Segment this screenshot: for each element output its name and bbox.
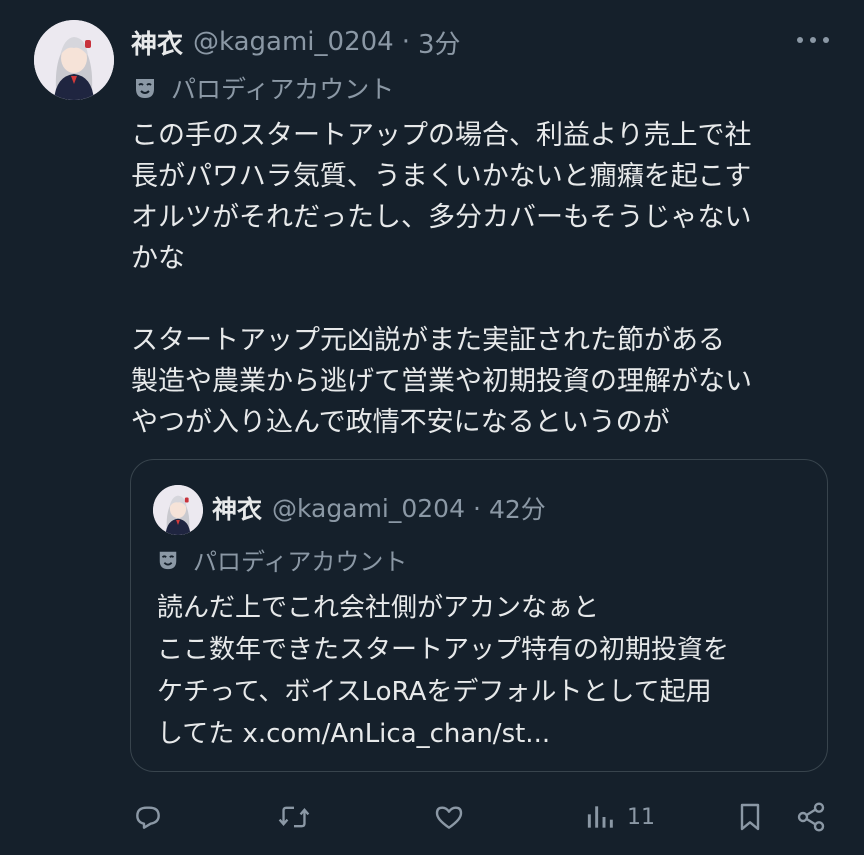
quoted-parody-label-text: パロディアカウント (193, 548, 408, 576)
more-options-icon[interactable] (794, 28, 834, 52)
tweet-time[interactable]: 3分 (418, 24, 461, 61)
anime-girl-avatar-icon (34, 20, 114, 100)
quoted-author-avatar[interactable] (153, 485, 203, 535)
theater-mask-icon (157, 549, 179, 571)
parody-label-text: パロディアカウント (171, 75, 395, 104)
tweet-text-line: オルツがそれだったし、多分カバーもそうじゃない (131, 202, 752, 233)
bookmark-button[interactable] (735, 795, 765, 839)
tweet-text-line: かな (131, 243, 185, 274)
bookmark-icon (740, 803, 760, 831)
reply-button[interactable] (132, 795, 164, 839)
views-bar-icon (587, 806, 613, 828)
share-button[interactable] (795, 795, 827, 839)
separator-dot: · (472, 493, 481, 523)
quoted-tweet-text: 読んだ上でこれ会社側がアカンなぁと ここ数年できたスタートアップ特有の初期投資を… (157, 587, 817, 755)
tweet-header: 神衣 @kagami_0204 · 3分 (131, 22, 461, 62)
tweet-text-line: この手のスタートアップの場合、利益より売上で社 (131, 120, 752, 151)
share-icon (797, 802, 825, 832)
views-button[interactable]: 11 (585, 795, 655, 839)
quoted-text-line: ケチって、ボイスLoRAをデフォルトとして起用 (157, 677, 712, 707)
theater-mask-icon (133, 76, 157, 100)
tweet-text-line (131, 279, 831, 320)
quoted-tweet-time[interactable]: 42分 (489, 490, 546, 526)
anime-girl-avatar-icon (153, 485, 203, 535)
views-count: 11 (627, 804, 655, 830)
quoted-author-name[interactable]: 神衣 (212, 490, 262, 526)
quoted-author-handle[interactable]: @kagami_0204 (272, 494, 465, 523)
retweet-icon (278, 806, 310, 828)
tweet-action-bar: 11 (0, 795, 864, 839)
heart-icon (435, 806, 463, 829)
separator-dot: · (401, 27, 410, 57)
parody-account-label: パロディアカウント (133, 70, 394, 106)
retweet-button[interactable] (277, 795, 311, 839)
tweet-text-line: 長がパワハラ気質、うまくいかないと癇癪を起こす (131, 161, 752, 192)
quoted-text-line: ここ数年できたスタートアップ特有の初期投資を (157, 635, 730, 665)
reply-icon (136, 806, 160, 829)
tweet[interactable]: 神衣 @kagami_0204 · 3分 パロディアカウント この手のスタートア… (0, 0, 864, 855)
tweet-text-line: やつが入り込んで政情不安になるというのが (131, 407, 670, 438)
tweet-text-line: 製造や農業から逃げて営業や初期投資の理解がない (131, 366, 752, 397)
quoted-tweet-header: 神衣 @kagami_0204 · 42分 (212, 490, 546, 526)
author-handle[interactable]: @kagami_0204 (193, 27, 394, 57)
quoted-parody-account-label: パロディアカウント (157, 542, 407, 577)
quoted-text-line: してた x.com/AnLica_chan/st... (157, 719, 551, 749)
tweet-text: この手のスタートアップの場合、利益より売上で社 長がパワハラ気質、うまくいかない… (131, 115, 831, 443)
tweet-text-line: スタートアップ元凶説がまた実証された節がある (131, 325, 725, 356)
like-button[interactable] (432, 795, 466, 839)
author-name[interactable]: 神衣 (131, 24, 183, 61)
author-avatar[interactable] (34, 20, 114, 100)
quoted-text-line: 読んだ上でこれ会社側がアカンなぁと (157, 593, 600, 623)
